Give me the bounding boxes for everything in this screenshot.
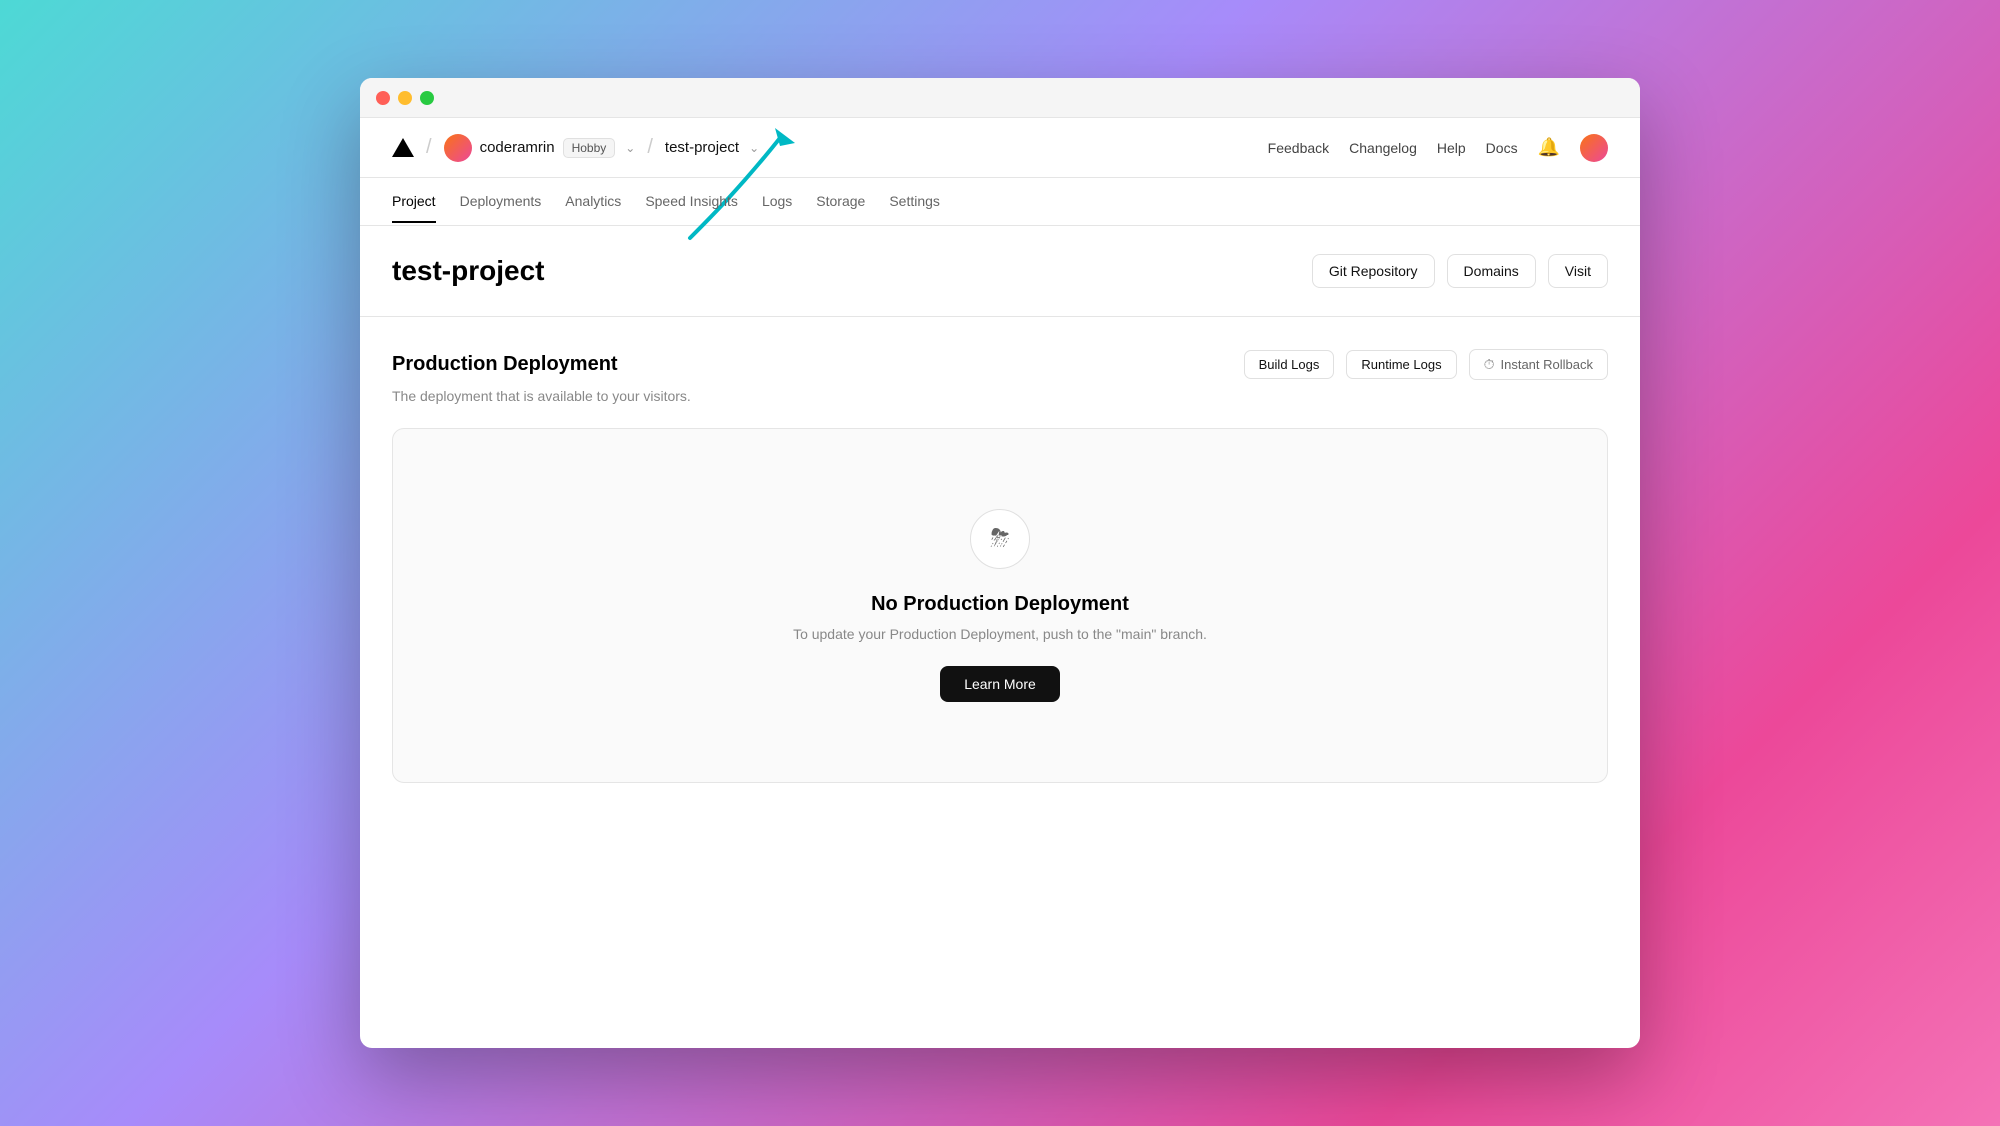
user-avatar-right[interactable]	[1580, 134, 1608, 162]
top-nav-right: Feedback Changelog Help Docs 🔔	[1268, 134, 1608, 162]
instant-rollback-label: Instant Rollback	[1501, 357, 1594, 372]
section-header: Production Deployment Build Logs Runtime…	[392, 349, 1608, 380]
vercel-logo[interactable]	[392, 138, 414, 157]
close-button[interactable]	[376, 91, 390, 105]
section-title: Production Deployment	[392, 353, 618, 376]
avatar	[444, 134, 472, 162]
build-logs-button[interactable]: Build Logs	[1244, 350, 1335, 379]
username-label: coderamrin	[480, 139, 555, 156]
empty-state-title: No Production Deployment	[871, 593, 1129, 616]
cloud-lightning-icon: ⛈	[990, 525, 1009, 553]
tab-analytics[interactable]: Analytics	[565, 181, 621, 223]
top-nav-left: / coderamrin Hobby ⌄ / test-project ⌄	[392, 134, 1268, 162]
hobby-badge: Hobby	[563, 138, 616, 158]
project-chevron-icon[interactable]: ⌄	[749, 141, 759, 155]
browser-window: / coderamrin Hobby ⌄ / test-project ⌄ Fe…	[360, 78, 1640, 1048]
page-header-actions: Git Repository Domains Visit	[1312, 254, 1608, 288]
domains-button[interactable]: Domains	[1447, 254, 1536, 288]
empty-state-card: ⛈ No Production Deployment To update you…	[392, 428, 1608, 783]
chevron-down-icon[interactable]: ⌄	[625, 141, 635, 155]
help-link[interactable]: Help	[1437, 140, 1466, 156]
tab-storage[interactable]: Storage	[816, 181, 865, 223]
feedback-link[interactable]: Feedback	[1268, 140, 1329, 156]
changelog-link[interactable]: Changelog	[1349, 140, 1417, 156]
page-title: test-project	[392, 255, 544, 287]
section-actions: Build Logs Runtime Logs ⏱ Instant Rollba…	[1244, 349, 1608, 380]
main-content: / coderamrin Hobby ⌄ / test-project ⌄ Fe…	[360, 118, 1640, 1048]
nav-separator-1: /	[426, 136, 432, 159]
project-name-nav: test-project	[665, 139, 739, 156]
sub-nav: Project Deployments Analytics Speed Insi…	[360, 178, 1640, 226]
top-nav: / coderamrin Hobby ⌄ / test-project ⌄ Fe…	[360, 118, 1640, 178]
notification-bell-icon[interactable]: 🔔	[1538, 137, 1560, 158]
rollback-icon: ⏱	[1484, 356, 1495, 373]
runtime-logs-button[interactable]: Runtime Logs	[1346, 350, 1456, 379]
learn-more-button[interactable]: Learn More	[940, 666, 1060, 702]
visit-button[interactable]: Visit	[1548, 254, 1608, 288]
traffic-lights	[376, 91, 434, 105]
tab-logs[interactable]: Logs	[762, 181, 792, 223]
title-bar	[360, 78, 1640, 118]
production-section: Production Deployment Build Logs Runtime…	[360, 317, 1640, 815]
cloud-icon-wrapper: ⛈	[970, 509, 1030, 569]
maximize-button[interactable]	[420, 91, 434, 105]
tab-settings[interactable]: Settings	[889, 181, 940, 223]
page-header: test-project Git Repository Domains Visi…	[360, 226, 1640, 317]
tab-project[interactable]: Project	[392, 181, 436, 223]
instant-rollback-button[interactable]: ⏱ Instant Rollback	[1469, 349, 1608, 380]
empty-state-description: To update your Production Deployment, pu…	[793, 626, 1207, 642]
nav-separator-2: /	[647, 136, 653, 159]
docs-link[interactable]: Docs	[1486, 140, 1518, 156]
tab-speed-insights[interactable]: Speed Insights	[645, 181, 738, 223]
minimize-button[interactable]	[398, 91, 412, 105]
section-description: The deployment that is available to your…	[392, 388, 1608, 404]
git-repository-button[interactable]: Git Repository	[1312, 254, 1435, 288]
tab-deployments[interactable]: Deployments	[460, 181, 542, 223]
